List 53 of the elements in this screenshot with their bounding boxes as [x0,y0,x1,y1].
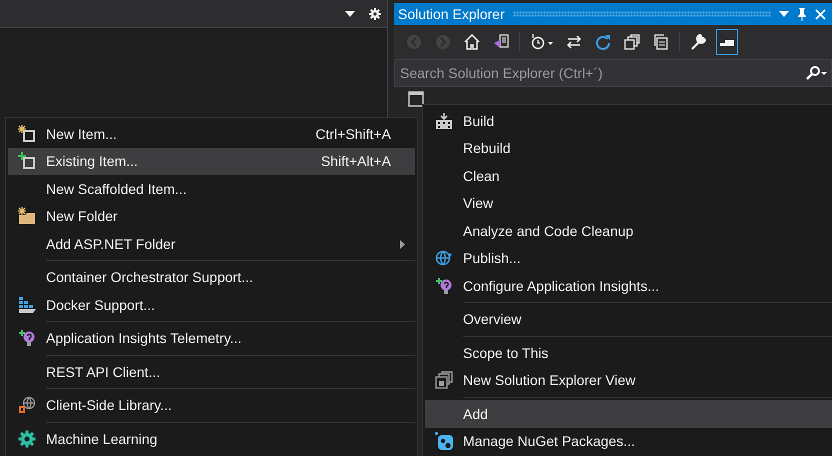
pin-icon [797,8,807,20]
dropdown-caret-icon [345,10,355,16]
add-file-icon [18,152,36,170]
solution-icon [493,34,509,50]
menu-item[interactable]: Scope to This [425,339,832,366]
menu-item[interactable]: New Scaffolded Item... [8,175,415,202]
menu-item[interactable]: Client-Side Library... [8,392,415,419]
submenu-arrow-icon [400,240,405,249]
menu-item[interactable]: Existing Item... Shift+Alt+A [8,148,415,175]
close-icon [815,8,826,20]
search-field[interactable]: Search Solution Explorer (Ctrl+´) [394,59,832,87]
menu-item[interactable]: View [425,190,832,217]
menu-item[interactable]: Analyze and Code Cleanup [425,217,832,244]
search-icon [805,66,827,80]
menu-item[interactable]: Overview [425,306,832,333]
new-file-icon [18,124,36,143]
panel-title: Solution Explorer [398,6,505,22]
menu-item[interactable]: Application Insights Telemetry... [8,324,415,352]
menu-item[interactable]: Docker Support... [8,291,415,318]
collapse-icon [624,34,640,50]
menu-item[interactable]: Clean [425,162,832,190]
menu-item[interactable]: Manage NuGet Packages... [425,428,832,455]
gear-icon [18,430,36,448]
menu-item[interactable]: Publish... [425,244,832,272]
sync-icon [566,34,582,50]
menu-item[interactable]: Add [425,400,832,428]
package-icon [435,432,453,450]
menu-item[interactable]: New Folder [8,202,415,230]
solution-icon [408,91,424,107]
menu-item[interactable]: Container Orchestrator Support... [8,264,415,291]
history-icon [530,34,553,50]
lightbulb-icon [18,329,36,348]
menu-item[interactable]: New Item... Ctrl+Shift+A [8,120,415,148]
windows-icon [435,371,453,390]
menu-item[interactable]: Build [425,107,832,134]
copy-icon [653,34,669,50]
folder-icon [18,207,36,226]
container-ship-icon [18,296,36,314]
lightbulb-icon [435,276,453,295]
menu-item[interactable]: New Solution Explorer View [425,366,832,394]
settings-icon [369,8,381,20]
menu-item[interactable]: Machine Learning [8,425,415,452]
factory-icon [435,112,453,130]
menu-item[interactable]: Configure Application Insights... [425,272,832,300]
dropdown-caret-icon [779,11,789,17]
refresh-icon [595,34,611,50]
globe-icon [435,249,453,268]
globe-library-icon [18,396,36,414]
menu-item[interactable]: Rebuild [425,134,832,162]
menu-item[interactable]: Add ASP.NET Folder [8,230,415,258]
toolbar-button[interactable] [716,29,738,55]
home-icon [464,34,480,50]
menu-item[interactable]: REST API Client... [8,358,415,386]
